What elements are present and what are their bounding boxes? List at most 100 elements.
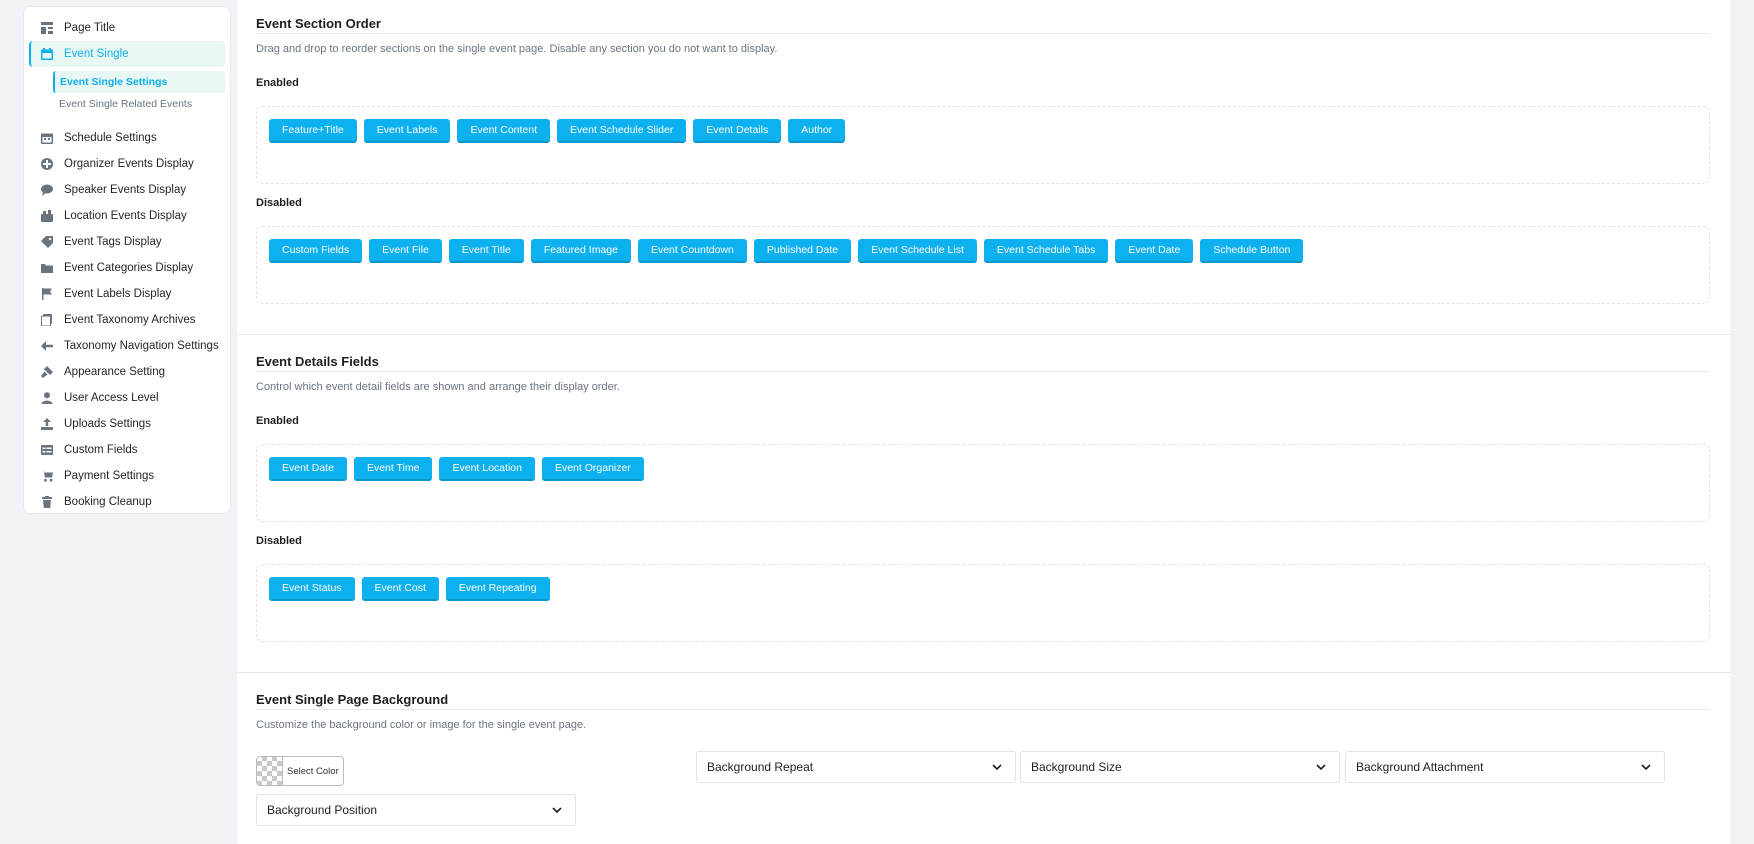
background-position-select[interactable]: Background Position xyxy=(256,794,576,826)
background-attachment-select[interactable]: Background Attachment xyxy=(1345,751,1665,783)
section-title: Event Details Fields xyxy=(256,344,1710,372)
field-chip[interactable]: Event Repeating xyxy=(445,577,550,601)
section-chip[interactable]: Event Schedule Slider xyxy=(557,119,687,143)
field-chip[interactable]: Event Location xyxy=(439,457,535,481)
field-chip[interactable]: Event Status xyxy=(269,577,355,601)
field-chip[interactable]: Event Time xyxy=(353,457,433,481)
settings-sidebar: Page Title Event Single Event Single Set… xyxy=(23,6,231,514)
sidebar-subnav-event-single: Event Single Settings Event Single Relat… xyxy=(53,71,225,115)
upload-icon xyxy=(40,417,54,431)
sidebar-item-event-taxonomy-archives[interactable]: Event Taxonomy Archives xyxy=(29,307,225,333)
calendar-icon xyxy=(40,47,54,61)
sidebar-item-label: Page Title xyxy=(64,22,116,34)
section-chip[interactable]: Event Countdown xyxy=(637,239,747,263)
section-chip[interactable]: Event Schedule List xyxy=(858,239,977,263)
page-title-icon xyxy=(40,21,54,35)
disabled-label: Disabled xyxy=(256,197,302,209)
sidebar-item-event-tags-display[interactable]: Event Tags Display xyxy=(29,229,225,255)
sidebar-item-appearance-setting[interactable]: Appearance Setting xyxy=(29,359,225,385)
archive-icon xyxy=(40,313,54,327)
enabled-fields-dropzone[interactable]: Event Date Event Time Event Location Eve… xyxy=(256,444,1710,522)
section-description: Control which event detail fields are sh… xyxy=(256,381,620,393)
section-chip[interactable]: Custom Fields xyxy=(269,239,363,263)
sidebar-item-organizer-events-display[interactable]: Organizer Events Display xyxy=(29,151,225,177)
section-chip[interactable]: Feature+Title xyxy=(269,119,357,143)
sidebar-item-label: Speaker Events Display xyxy=(64,184,187,196)
section-chip[interactable]: Event Content xyxy=(457,119,551,143)
sidebar-item-location-events-display[interactable]: Location Events Display xyxy=(29,203,225,229)
sidebar-item-booking-cleanup[interactable]: Booking Cleanup xyxy=(29,489,225,515)
sidebar-item-event-single[interactable]: Event Single xyxy=(29,41,225,67)
section-chip[interactable]: Featured Image xyxy=(530,239,631,263)
section-chip[interactable]: Event Labels xyxy=(363,119,451,143)
organizer-icon xyxy=(40,157,54,171)
sidebar-item-label: Custom Fields xyxy=(64,444,138,456)
sidebar-item-custom-fields[interactable]: Custom Fields xyxy=(29,437,225,463)
background-size-select[interactable]: Background Size xyxy=(1020,751,1340,783)
enabled-label: Enabled xyxy=(256,415,299,427)
tag-icon xyxy=(40,235,54,249)
sidebar-item-label: User Access Level xyxy=(64,392,159,404)
sidebar-item-payment-settings[interactable]: Payment Settings xyxy=(29,463,225,489)
disabled-sections-dropzone[interactable]: Custom Fields Event File Event Title Fea… xyxy=(256,226,1710,304)
color-swatch xyxy=(257,757,283,785)
section-description: Drag and drop to reorder sections on the… xyxy=(256,43,778,55)
section-title: Event Single Page Background xyxy=(256,682,1710,710)
sidebar-item-event-labels-display[interactable]: Event Labels Display xyxy=(29,281,225,307)
chevron-down-icon xyxy=(992,764,1002,771)
arrow-left-icon xyxy=(40,339,54,353)
event-section-order-panel: Event Section Order Drag and drop to reo… xyxy=(237,0,1730,334)
settings-main-panel: Event Section Order Drag and drop to reo… xyxy=(237,0,1730,844)
sidebar-item-taxonomy-navigation-settings[interactable]: Taxonomy Navigation Settings xyxy=(29,333,225,359)
trash-icon xyxy=(40,495,54,509)
sidebar-item-label: Event Tags Display xyxy=(64,236,162,248)
disabled-fields-dropzone[interactable]: Event Status Event Cost Event Repeating xyxy=(256,564,1710,642)
section-chip[interactable]: Event Details xyxy=(693,119,782,143)
select-value: Background Attachment xyxy=(1356,760,1484,774)
location-icon xyxy=(40,209,54,223)
calendar-icon xyxy=(40,131,54,145)
event-details-fields-panel: Event Details Fields Control which event… xyxy=(237,335,1730,672)
section-chip[interactable]: Published Date xyxy=(753,239,852,263)
background-repeat-select[interactable]: Background Repeat xyxy=(696,751,1016,783)
enabled-sections-dropzone[interactable]: Feature+Title Event Labels Event Content… xyxy=(256,106,1710,184)
chevron-down-icon xyxy=(1641,764,1651,771)
select-color-label: Select Color xyxy=(287,765,339,777)
sidebar-item-label: Payment Settings xyxy=(64,470,155,482)
field-chip[interactable]: Event Date xyxy=(269,457,347,481)
flag-icon xyxy=(40,287,54,301)
sidebar-item-label: Location Events Display xyxy=(64,210,187,222)
subnav-item-event-single-settings[interactable]: Event Single Settings xyxy=(53,71,225,93)
enabled-label: Enabled xyxy=(256,77,299,89)
chevron-down-icon xyxy=(552,807,562,814)
section-title: Event Section Order xyxy=(256,6,1710,34)
sidebar-item-label: Schedule Settings xyxy=(64,132,157,144)
select-value: Background Position xyxy=(267,803,378,817)
sidebar-item-page-title[interactable]: Page Title xyxy=(29,15,225,41)
field-chip[interactable]: Event Cost xyxy=(361,577,439,601)
subnav-item-event-single-related-events[interactable]: Event Single Related Events xyxy=(53,93,225,115)
sidebar-item-label: Taxonomy Navigation Settings xyxy=(64,340,219,352)
sidebar-item-schedule-settings[interactable]: Schedule Settings xyxy=(29,125,225,151)
section-chip[interactable]: Event File xyxy=(369,239,442,263)
cart-icon xyxy=(40,469,54,483)
section-chip[interactable]: Event Title xyxy=(448,239,524,263)
sidebar-item-label: Event Categories Display xyxy=(64,262,194,274)
user-icon xyxy=(40,391,54,405)
sidebar-item-user-access-level[interactable]: User Access Level xyxy=(29,385,225,411)
section-description: Customize the background color or image … xyxy=(256,719,587,731)
section-chip[interactable]: Event Schedule Tabs xyxy=(983,239,1109,263)
sidebar-item-speaker-events-display[interactable]: Speaker Events Display xyxy=(29,177,225,203)
section-chip[interactable]: Author xyxy=(788,119,846,143)
select-color-button[interactable]: Select Color xyxy=(256,756,344,786)
section-chip[interactable]: Schedule Button xyxy=(1200,239,1304,263)
field-chip[interactable]: Event Organizer xyxy=(541,457,644,481)
sidebar-item-event-categories-display[interactable]: Event Categories Display xyxy=(29,255,225,281)
sidebar-item-label: Uploads Settings xyxy=(64,418,151,430)
sidebar-item-label: Booking Cleanup xyxy=(64,496,152,508)
fields-icon xyxy=(40,443,54,457)
speech-bubble-icon xyxy=(40,183,54,197)
sidebar-item-uploads-settings[interactable]: Uploads Settings xyxy=(29,411,225,437)
settings-page: Page Title Event Single Event Single Set… xyxy=(0,0,1754,844)
section-chip[interactable]: Event Date xyxy=(1115,239,1194,263)
